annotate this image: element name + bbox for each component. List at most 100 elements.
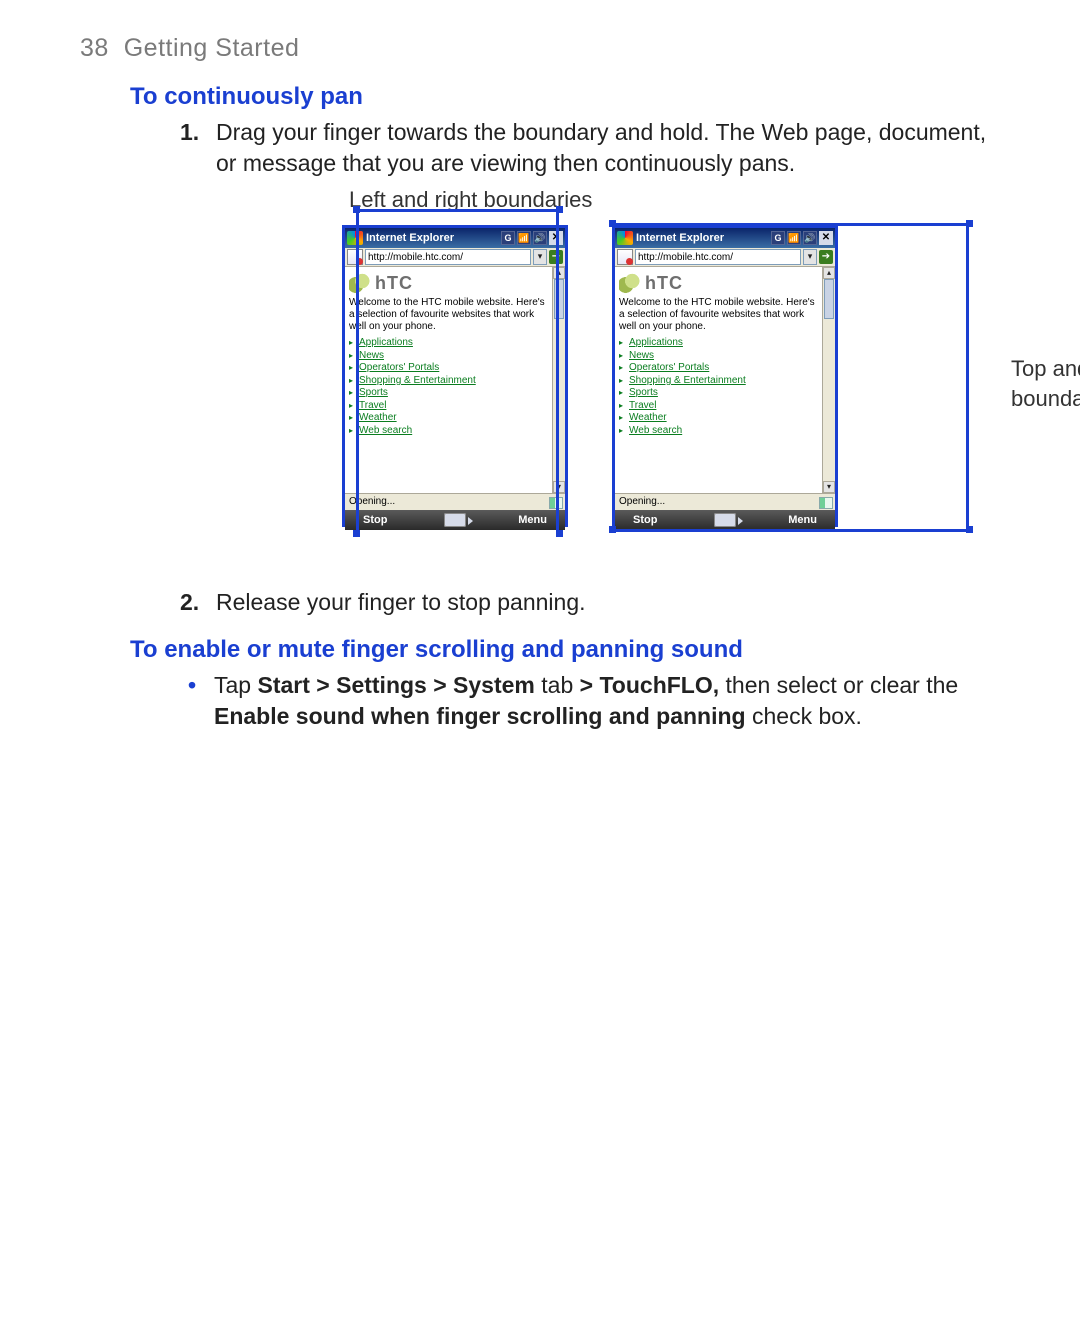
list-item: ▸Travel xyxy=(619,400,835,413)
page-icon xyxy=(347,249,363,265)
signal-icon: 📶 xyxy=(517,231,531,245)
bullet-text: Tap Start > Settings > System tab > Touc… xyxy=(214,672,958,729)
guide-line xyxy=(612,529,969,532)
brand-text: hTC xyxy=(375,271,413,295)
screenshot-left: Internet Explorer G 📶 🔊 ✕ ▾ ➔ xyxy=(342,225,568,527)
list-item: ▸Applications xyxy=(349,337,565,350)
guide-cap xyxy=(556,206,563,213)
link-weather: Weather xyxy=(359,412,397,423)
figure-boundaries: Left and right boundaries xyxy=(336,189,1000,569)
go-icon: ➔ xyxy=(819,250,833,264)
address-bar: ▾ ➔ xyxy=(345,248,565,267)
list-item: ▸Travel xyxy=(349,400,565,413)
link-websearch: Web search xyxy=(359,425,412,436)
guide-cap xyxy=(966,220,973,227)
caption-top-bottom: Top and bottom boundaries xyxy=(1011,354,1080,413)
page-number: 38 xyxy=(80,34,109,62)
scroll-down-icon: ▾ xyxy=(823,481,835,493)
link-travel: Travel xyxy=(629,400,656,411)
phones-icon xyxy=(619,273,641,293)
softkey-left: Stop xyxy=(363,513,387,528)
step-1-text: Drag your finger towards the boundary an… xyxy=(216,119,986,176)
htc-logo: hTC xyxy=(349,271,565,295)
app-title: Internet Explorer xyxy=(636,231,768,246)
chapter-title: Getting Started xyxy=(124,34,300,62)
volume-icon: 🔊 xyxy=(803,231,817,245)
scrollbar: ▴ ▾ xyxy=(822,267,835,493)
link-operators: Operators' Portals xyxy=(629,362,709,373)
titlebar: Internet Explorer G 📶 🔊 ✕ xyxy=(615,228,835,248)
guide-cap xyxy=(609,220,616,227)
list-item: ▸Weather xyxy=(619,412,835,425)
gprs-icon: G xyxy=(771,231,785,245)
link-list: ▸Applications ▸News ▸Operators' Portals … xyxy=(349,337,565,437)
guide-cap xyxy=(966,526,973,533)
scroll-thumb xyxy=(824,279,834,319)
softkey-bar: Stop Menu xyxy=(345,510,565,530)
screenshot-right: Internet Explorer G 📶 🔊 ✕ ▾ ➔ xyxy=(612,225,838,527)
step-1: Drag your finger towards the boundary an… xyxy=(180,117,1000,569)
status-bar: Opening... xyxy=(615,493,835,510)
softkey-right: Menu xyxy=(518,513,547,528)
volume-icon: 🔊 xyxy=(533,231,547,245)
guide-cap xyxy=(556,530,563,537)
bullet-touchflo: Tap Start > Settings > System tab > Touc… xyxy=(178,670,1000,732)
list-item: ▸Web search xyxy=(349,425,565,438)
browser-viewport: ▴ ▾ hTC Welcome to the HTC mobile websit… xyxy=(615,267,835,493)
status-bar: Opening... xyxy=(345,493,565,510)
link-sports: Sports xyxy=(359,387,388,398)
guide-line xyxy=(966,223,969,532)
list-item: ▸News xyxy=(349,350,565,363)
close-icon: ✕ xyxy=(819,231,833,245)
browser-viewport: ▴ ▾ hTC Welcome to the HTC mobile websit… xyxy=(345,267,565,493)
guide-line xyxy=(556,209,559,533)
link-list: ▸Applications ▸News ▸Operators' Portals … xyxy=(619,337,835,437)
list-item: ▸Operators' Portals xyxy=(349,362,565,375)
link-applications: Applications xyxy=(359,337,413,348)
link-weather: Weather xyxy=(629,412,667,423)
welcome-text: Welcome to the HTC mobile website. Here'… xyxy=(615,297,835,337)
softkey-bar: Stop Menu xyxy=(615,510,835,530)
link-applications: Applications xyxy=(629,337,683,348)
guide-cap xyxy=(353,530,360,537)
list-item: ▸Applications xyxy=(619,337,835,350)
windows-flag-icon xyxy=(347,231,363,245)
page-header: 38 Getting Started xyxy=(80,34,1000,63)
list-item: ▸Sports xyxy=(349,387,565,400)
guide-line xyxy=(356,209,359,533)
guide-line xyxy=(356,209,559,212)
steps-list: Drag your finger towards the boundary an… xyxy=(180,117,1000,618)
progress-icon xyxy=(819,497,833,509)
list-item: ▸Shopping & Entertainment xyxy=(349,375,565,388)
list-item: ▸Shopping & Entertainment xyxy=(619,375,835,388)
list-item: ▸News xyxy=(619,350,835,363)
list-item: ▸Weather xyxy=(349,412,565,425)
welcome-text: Welcome to the HTC mobile website. Here'… xyxy=(345,297,565,337)
status-text: Opening... xyxy=(619,496,665,507)
brand-text: hTC xyxy=(645,271,683,295)
link-shopping: Shopping & Entertainment xyxy=(359,375,476,386)
scroll-down-icon: ▾ xyxy=(553,481,565,493)
list-item: ▸Web search xyxy=(619,425,835,438)
windows-flag-icon xyxy=(617,231,633,245)
link-news: News xyxy=(359,350,384,361)
phones-icon xyxy=(349,273,371,293)
htc-logo: hTC xyxy=(619,271,835,295)
url-field xyxy=(365,249,531,265)
keyboard-icon xyxy=(444,513,466,527)
list-item: ▸Operators' Portals xyxy=(619,362,835,375)
guide-cap xyxy=(353,206,360,213)
scroll-up-icon: ▴ xyxy=(823,267,835,279)
link-sports: Sports xyxy=(629,387,658,398)
titlebar: Internet Explorer G 📶 🔊 ✕ xyxy=(345,228,565,248)
link-operators: Operators' Portals xyxy=(359,362,439,373)
keyboard-icon xyxy=(714,513,736,527)
softkey-right: Menu xyxy=(788,513,817,528)
dropdown-icon: ▾ xyxy=(533,249,547,265)
step-2-text: Release your finger to stop panning. xyxy=(216,589,586,615)
link-travel: Travel xyxy=(359,400,386,411)
link-shopping: Shopping & Entertainment xyxy=(629,375,746,386)
manual-page: 38 Getting Started To continuously pan D… xyxy=(0,0,1080,1327)
gprs-icon: G xyxy=(501,231,515,245)
link-websearch: Web search xyxy=(629,425,682,436)
